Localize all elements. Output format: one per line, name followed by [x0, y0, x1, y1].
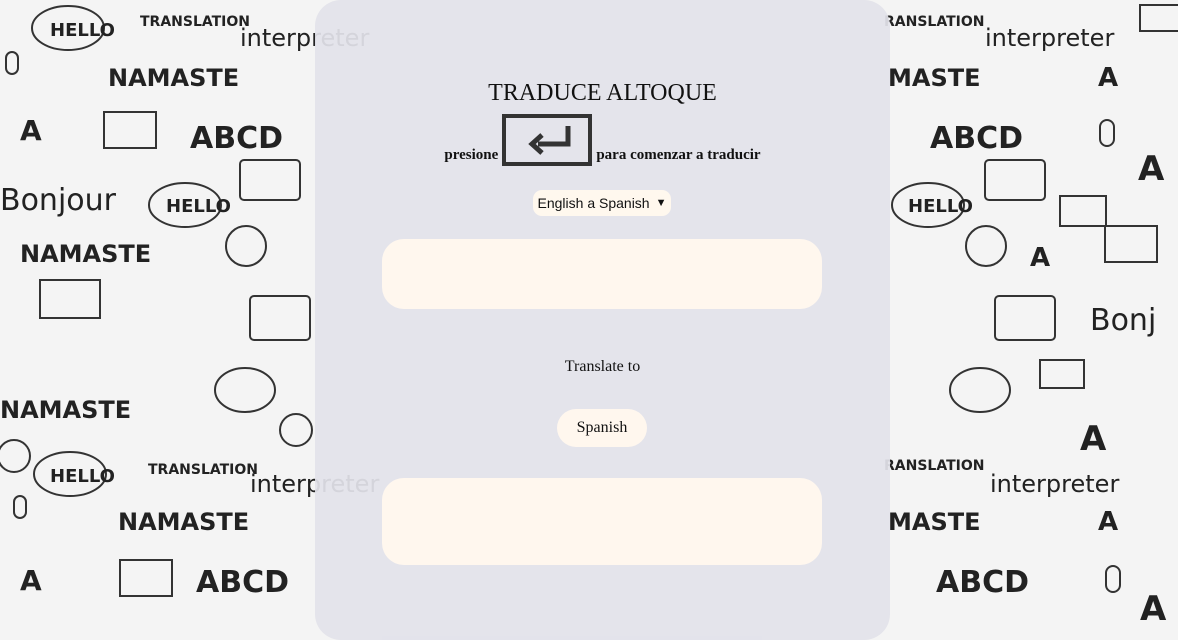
svg-text:RANSLATION: RANSLATION — [884, 458, 984, 474]
svg-text:NAMASTE: NAMASTE — [108, 64, 239, 92]
instruction-before: presione — [444, 147, 499, 163]
svg-text:HELLO: HELLO — [50, 466, 115, 487]
instruction-after: para comenzar a traducir — [596, 147, 761, 163]
svg-text:RANSLATION: RANSLATION — [884, 14, 984, 30]
svg-text:A: A — [1098, 63, 1118, 93]
target-language-button[interactable]: Spanish — [557, 409, 647, 447]
svg-text:A: A — [20, 564, 42, 597]
translation-output — [382, 478, 822, 565]
instruction-line: presione para comenzar a traducir — [315, 114, 890, 166]
svg-text:A: A — [20, 114, 42, 147]
selected-language-pair: English a Spanish — [537, 195, 650, 211]
page-title: TRADUCE ALTOQUE — [488, 80, 717, 106]
svg-text:MASTE: MASTE — [888, 64, 981, 92]
enter-key-icon — [502, 114, 593, 166]
svg-text:MASTE: MASTE — [888, 508, 981, 536]
svg-text:TRANSLATION: TRANSLATION — [148, 462, 258, 478]
svg-text:ABCD: ABCD — [190, 121, 283, 156]
svg-text:A: A — [1138, 149, 1165, 189]
svg-text:A: A — [1030, 243, 1050, 273]
svg-text:A: A — [1140, 589, 1167, 629]
language-pair-select[interactable]: English a Spanish ▼ — [533, 190, 671, 216]
svg-text:A: A — [1080, 419, 1107, 459]
svg-text:interpreter: interpreter — [990, 470, 1119, 498]
svg-text:Bonjour: Bonjour — [0, 183, 117, 218]
svg-text:ABCD: ABCD — [930, 121, 1023, 156]
svg-text:HELLO: HELLO — [908, 196, 973, 217]
svg-text:NAMASTE: NAMASTE — [0, 396, 131, 424]
svg-text:ABCD: ABCD — [196, 565, 289, 600]
translate-to-label: Translate to — [564, 358, 641, 375]
source-text-input[interactable] — [382, 239, 822, 309]
svg-text:NAMASTE: NAMASTE — [20, 240, 151, 268]
translator-panel: TRADUCE ALTOQUE presione para comenzar a… — [315, 0, 890, 640]
svg-text:HELLO: HELLO — [50, 20, 115, 41]
chevron-down-icon: ▼ — [655, 197, 667, 209]
svg-text:ABCD: ABCD — [936, 565, 1029, 600]
svg-text:NAMASTE: NAMASTE — [118, 508, 249, 536]
svg-text:Bonj: Bonj — [1090, 303, 1156, 338]
svg-text:HELLO: HELLO — [166, 196, 231, 217]
svg-text:interpreter: interpreter — [985, 24, 1114, 52]
svg-text:TRANSLATION: TRANSLATION — [140, 14, 250, 30]
svg-text:A: A — [1098, 507, 1118, 537]
